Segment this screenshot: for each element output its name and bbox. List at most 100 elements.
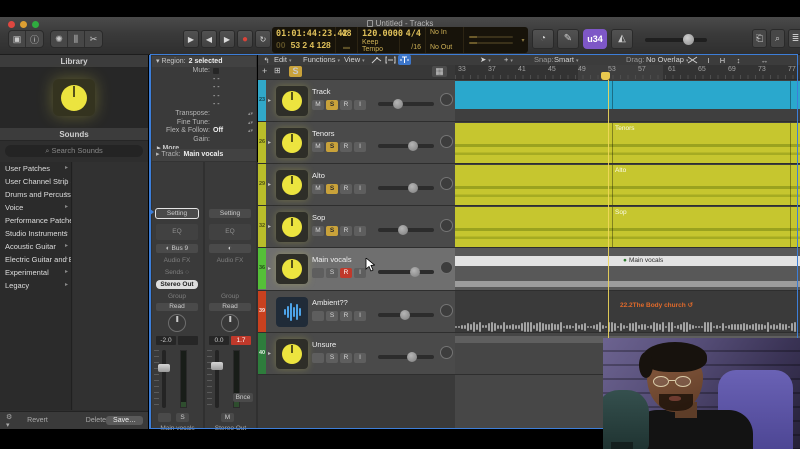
solo-button[interactable]: S — [176, 413, 189, 422]
disclosure-triangle[interactable]: ▸ — [268, 223, 271, 230]
pencil-icon[interactable]: ✎ — [557, 29, 579, 49]
track-name[interactable]: Track — [312, 87, 330, 96]
empty-area-below-headers[interactable] — [258, 375, 455, 429]
cycle-button[interactable]: ↻ — [255, 30, 271, 48]
master-volume-slider[interactable] — [645, 34, 707, 45]
group-slot[interactable]: Group — [156, 292, 198, 301]
midi-region[interactable]: Tenors — [455, 123, 800, 163]
track-header[interactable]: 40 ▸ Unsure SRI — [258, 333, 455, 375]
pan-knob[interactable] — [440, 219, 453, 232]
metronome-icon[interactable]: ◭ — [611, 29, 633, 49]
midi-region[interactable] — [455, 81, 800, 109]
audio-fx-slot[interactable]: Audio FX — [156, 256, 198, 265]
track-view-icon[interactable]: ▦ — [432, 66, 447, 77]
track-lane[interactable]: Sop — [455, 206, 800, 248]
volume-slider[interactable] — [378, 141, 434, 151]
text-tool-icon[interactable]: I — [702, 55, 715, 65]
library-item[interactable]: User Patches ▸ — [0, 162, 71, 175]
stepper-icon[interactable]: ▴▾ — [248, 127, 253, 136]
setting-button[interactable]: Setting — [209, 209, 251, 218]
flex-icon[interactable] — [398, 55, 411, 65]
key-badge[interactable]: u34 — [583, 29, 607, 49]
region-inspector-header[interactable]: ▾ Region: 2 selected — [152, 56, 256, 67]
mute-button[interactable] — [158, 413, 171, 422]
track-name[interactable]: Tenors — [312, 129, 335, 138]
mute-checkbox[interactable] — [213, 68, 219, 74]
library-item[interactable]: Performance Patches ▸ — [0, 214, 71, 227]
library-item[interactable]: Voice ▸ — [0, 201, 71, 214]
track-lane[interactable]: Tenors — [455, 122, 800, 164]
sends-slot[interactable]: Sends ○ — [156, 268, 198, 277]
audio-fx-slot[interactable]: Audio FX — [209, 256, 251, 265]
pan-knob[interactable] — [168, 314, 186, 332]
record-enable-button[interactable]: R — [340, 142, 352, 152]
disclosure-triangle[interactable]: ▸ — [268, 139, 271, 146]
goto-beginning-button[interactable]: ◀ — [201, 30, 217, 48]
track-inspector-header[interactable]: ▸ Track: Main vocals — [152, 149, 256, 161]
library-item[interactable]: Studio Instruments ▸ — [0, 227, 71, 240]
mute-button[interactable] — [312, 311, 324, 321]
record-enable-button[interactable]: R — [340, 100, 352, 110]
gear-icon[interactable]: ⚙ ▾ — [6, 413, 13, 429]
input-monitor-button[interactable]: I — [354, 353, 366, 363]
list-icon[interactable]: ≣ — [788, 29, 800, 48]
midi-region[interactable]: Alto — [455, 165, 800, 205]
peak-value[interactable]: 1.7 — [231, 336, 251, 345]
volume-value[interactable]: -2.0 — [156, 336, 176, 345]
disclosure-triangle[interactable]: ▸ — [268, 265, 271, 272]
volume-slider[interactable] — [378, 310, 434, 320]
library-item[interactable]: Drums and Percussion▸ — [0, 188, 71, 201]
solo-button[interactable]: S — [326, 268, 338, 278]
mixer-icon[interactable]: ⫼ — [68, 31, 85, 47]
track-header[interactable]: 23 ▸ Track MSRI — [258, 80, 455, 122]
stack-region-header[interactable]: ● Main vocals — [455, 256, 800, 266]
pan-knob[interactable] — [440, 135, 453, 148]
solo-button[interactable]: S — [326, 311, 338, 321]
track-header[interactable]: 39 ▸ Ambient?? SRI — [258, 291, 455, 333]
library-search-input[interactable]: ⌕ Search Sounds — [5, 145, 143, 157]
share-icon[interactable]: ⎗ — [752, 29, 767, 48]
track-lane[interactable]: 22.2The Body church ↺ — [455, 291, 800, 333]
stepper-icon[interactable]: ▴▾ — [248, 110, 253, 119]
mute-button[interactable]: M — [312, 142, 324, 152]
track-lane[interactable]: ● Main vocals — [455, 248, 800, 291]
pan-knob[interactable] — [440, 177, 453, 190]
mute-button[interactable]: M — [221, 413, 234, 422]
pan-knob[interactable] — [221, 314, 239, 332]
disclosure-triangle[interactable]: ▸ — [268, 350, 271, 357]
output-slot[interactable]: Stereo Out — [156, 280, 198, 289]
volume-fader[interactable] — [158, 350, 170, 408]
record-enable-button[interactable]: R — [340, 268, 352, 278]
input-slot[interactable]: ◐ — [209, 244, 251, 253]
track-name[interactable]: Sop — [312, 213, 325, 222]
mute-button[interactable]: M — [312, 226, 324, 236]
delete-button[interactable]: Delete — [86, 417, 106, 424]
pan-knob[interactable] — [440, 304, 453, 317]
track-name[interactable]: Alto — [312, 171, 325, 180]
record-button[interactable]: ● — [237, 30, 253, 48]
library-item[interactable]: User Channel Strip S…▸ — [0, 175, 71, 188]
library-item[interactable]: Legacy ▸ — [0, 279, 71, 292]
input-monitor-button[interactable]: I — [354, 142, 366, 152]
play-button[interactable]: ▶ — [219, 30, 235, 48]
mute-button[interactable]: M — [312, 184, 324, 194]
automation-icon[interactable] — [370, 55, 383, 65]
volume-slider[interactable] — [378, 352, 434, 362]
track-header[interactable]: 26 ▸ Tenors MSRI — [258, 122, 455, 164]
undo-icon[interactable]: ↰ — [260, 55, 273, 65]
library-item[interactable]: Acoustic Guitar ▸ — [0, 240, 71, 253]
input-monitor-button[interactable]: I — [354, 100, 366, 110]
record-enable-button[interactable]: R — [340, 311, 352, 321]
eq-slot[interactable]: EQ — [209, 224, 251, 240]
ambient-waveform[interactable] — [455, 320, 800, 333]
track-lane[interactable]: Alto — [455, 164, 800, 206]
input-slot[interactable]: ◐ Bus 9 — [156, 244, 198, 253]
disclosure-triangle[interactable]: ▸ — [268, 97, 271, 104]
search-icon[interactable]: ⌕ — [770, 29, 785, 48]
pan-knob[interactable] — [440, 346, 453, 359]
solo-button[interactable]: S — [326, 100, 338, 110]
global-solo-button[interactable]: S — [289, 66, 302, 77]
library-item[interactable]: Electric Guitar and Ba…▸ — [0, 253, 71, 266]
ruler[interactable]: 33 37 41 45 49 53 57 61 65 69 73 77 — [455, 65, 800, 80]
pan-knob[interactable] — [440, 261, 453, 274]
